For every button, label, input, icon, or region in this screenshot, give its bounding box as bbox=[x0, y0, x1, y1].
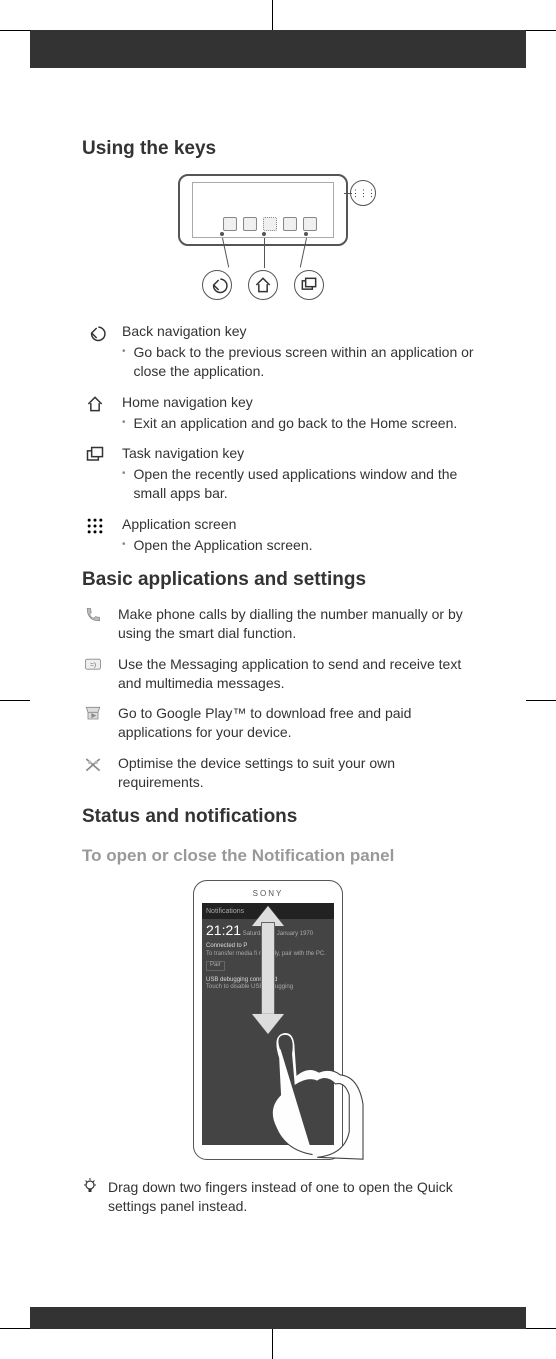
bullet-icon: • bbox=[122, 536, 126, 555]
app-row-messaging: =) Use the Messaging application to send… bbox=[82, 655, 474, 693]
key-row-apps: Application screen • Open the Applicatio… bbox=[82, 515, 474, 555]
swipe-arrows-icon bbox=[249, 910, 287, 1030]
page-content: Using the keys bbox=[30, 68, 526, 1307]
basic-apps-heading: Basic applications and settings bbox=[82, 569, 474, 591]
back-icon bbox=[82, 322, 108, 344]
app-row-play: Go to Google Play™ to download free and … bbox=[82, 704, 474, 742]
key-row-task: Task navigation key • Open the recently … bbox=[82, 444, 474, 503]
brand-label: SONY bbox=[253, 889, 284, 898]
app-play-desc: Go to Google Play™ to download free and … bbox=[118, 704, 474, 742]
apps-grid-icon bbox=[350, 180, 376, 206]
phone-landscape-illustration bbox=[178, 174, 378, 304]
home-icon bbox=[82, 393, 108, 415]
notif-pair-button: Pair bbox=[206, 961, 225, 971]
keys-list: Back navigation key • Go back to the pre… bbox=[82, 322, 474, 555]
status-notifications-heading: Status and notifications bbox=[82, 806, 474, 828]
bullet-icon: • bbox=[122, 465, 126, 503]
app-row-settings: Optimise the device settings to suit you… bbox=[82, 754, 474, 792]
messaging-icon: =) bbox=[82, 655, 104, 675]
key-row-home: Home navigation key • Exit an applicatio… bbox=[82, 393, 474, 433]
task-nav-icon bbox=[294, 270, 324, 300]
app-messaging-desc: Use the Messaging application to send an… bbox=[118, 655, 474, 693]
key-home-title: Home navigation key bbox=[122, 393, 474, 412]
open-close-notif-subheading: To open or close the Notification panel bbox=[82, 846, 474, 866]
key-back-title: Back navigation key bbox=[122, 322, 474, 341]
footer-bar bbox=[30, 1307, 526, 1329]
back-nav-icon bbox=[202, 270, 232, 300]
phone-portrait-illustration: SONY Notifications 21:21 Saturday 31 Jan… bbox=[193, 880, 363, 1160]
app-row-phone: Make phone calls by dialling the number … bbox=[82, 605, 474, 643]
apps-list: Make phone calls by dialling the number … bbox=[82, 605, 474, 792]
app-settings-desc: Optimise the device settings to suit you… bbox=[118, 754, 474, 792]
settings-icon bbox=[82, 754, 104, 774]
key-apps-title: Application screen bbox=[122, 515, 474, 534]
home-nav-icon bbox=[248, 270, 278, 300]
using-keys-heading: Using the keys bbox=[82, 138, 474, 160]
key-task-desc: Open the recently used applications wind… bbox=[134, 465, 474, 503]
header-bar bbox=[30, 30, 526, 68]
tip-bulb-icon bbox=[82, 1178, 98, 1199]
key-apps-desc: Open the Application screen. bbox=[134, 536, 474, 555]
svg-text:=): =) bbox=[90, 661, 96, 668]
key-task-title: Task navigation key bbox=[122, 444, 474, 463]
key-row-back: Back navigation key • Go back to the pre… bbox=[82, 322, 474, 381]
tip-row: Drag down two fingers instead of one to … bbox=[82, 1178, 474, 1216]
notif-panel-label: Notifications bbox=[206, 908, 244, 915]
play-store-icon bbox=[82, 704, 104, 724]
task-icon bbox=[82, 444, 108, 466]
phone-icon bbox=[82, 605, 104, 625]
bullet-icon: • bbox=[122, 343, 126, 381]
key-back-desc: Go back to the previous screen within an… bbox=[134, 343, 474, 381]
bullet-icon: • bbox=[122, 414, 126, 433]
apps-grid-icon bbox=[82, 515, 108, 537]
tip-text: Drag down two fingers instead of one to … bbox=[108, 1178, 474, 1216]
hand-gesture-icon bbox=[253, 1030, 363, 1160]
app-phone-desc: Make phone calls by dialling the number … bbox=[118, 605, 474, 643]
notif-time: 21:21 bbox=[206, 922, 241, 938]
key-home-desc: Exit an application and go back to the H… bbox=[134, 414, 474, 433]
